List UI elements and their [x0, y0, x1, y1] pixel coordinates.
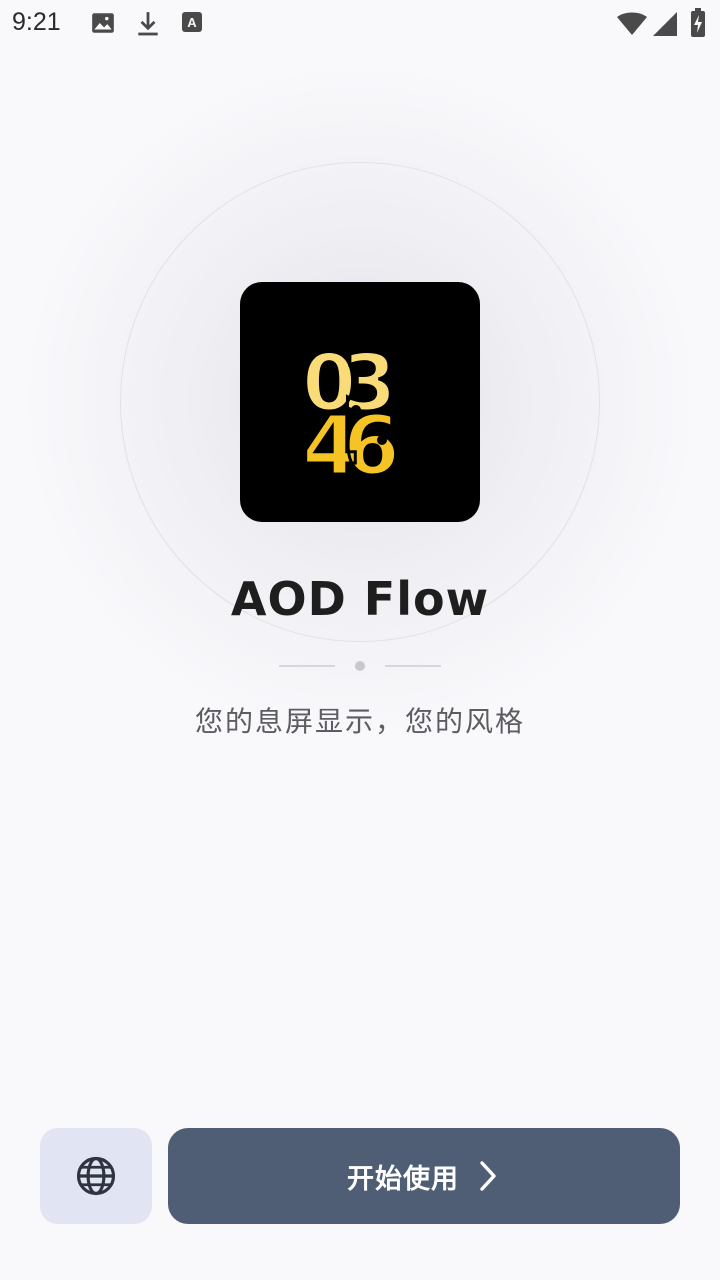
logo-digits-bottom: 46 — [302, 399, 396, 494]
download-icon — [135, 10, 161, 42]
app-name: AOD Flow — [230, 572, 490, 626]
divider-left — [279, 665, 335, 667]
globe-icon — [76, 1156, 116, 1196]
divider-dot — [355, 661, 365, 671]
language-button[interactable] — [40, 1128, 152, 1224]
image-icon — [90, 10, 116, 40]
text-icon: A — [180, 10, 204, 40]
status-bar: 9:21 A — [0, 0, 720, 50]
tagline: 您的息屏显示，您的风格 — [194, 705, 525, 738]
start-button-label: 开始使用 — [347, 1163, 459, 1195]
svg-text:A: A — [187, 15, 197, 30]
chevron-right-icon — [480, 1161, 496, 1191]
status-time: 9:21 — [12, 8, 61, 36]
wifi-icon — [617, 12, 647, 40]
start-button[interactable]: 开始使用 — [168, 1128, 680, 1224]
signal-icon — [653, 12, 677, 40]
battery-charging-icon — [690, 8, 706, 42]
app-logo: 03 46 — [240, 282, 480, 522]
divider-right — [385, 665, 441, 667]
